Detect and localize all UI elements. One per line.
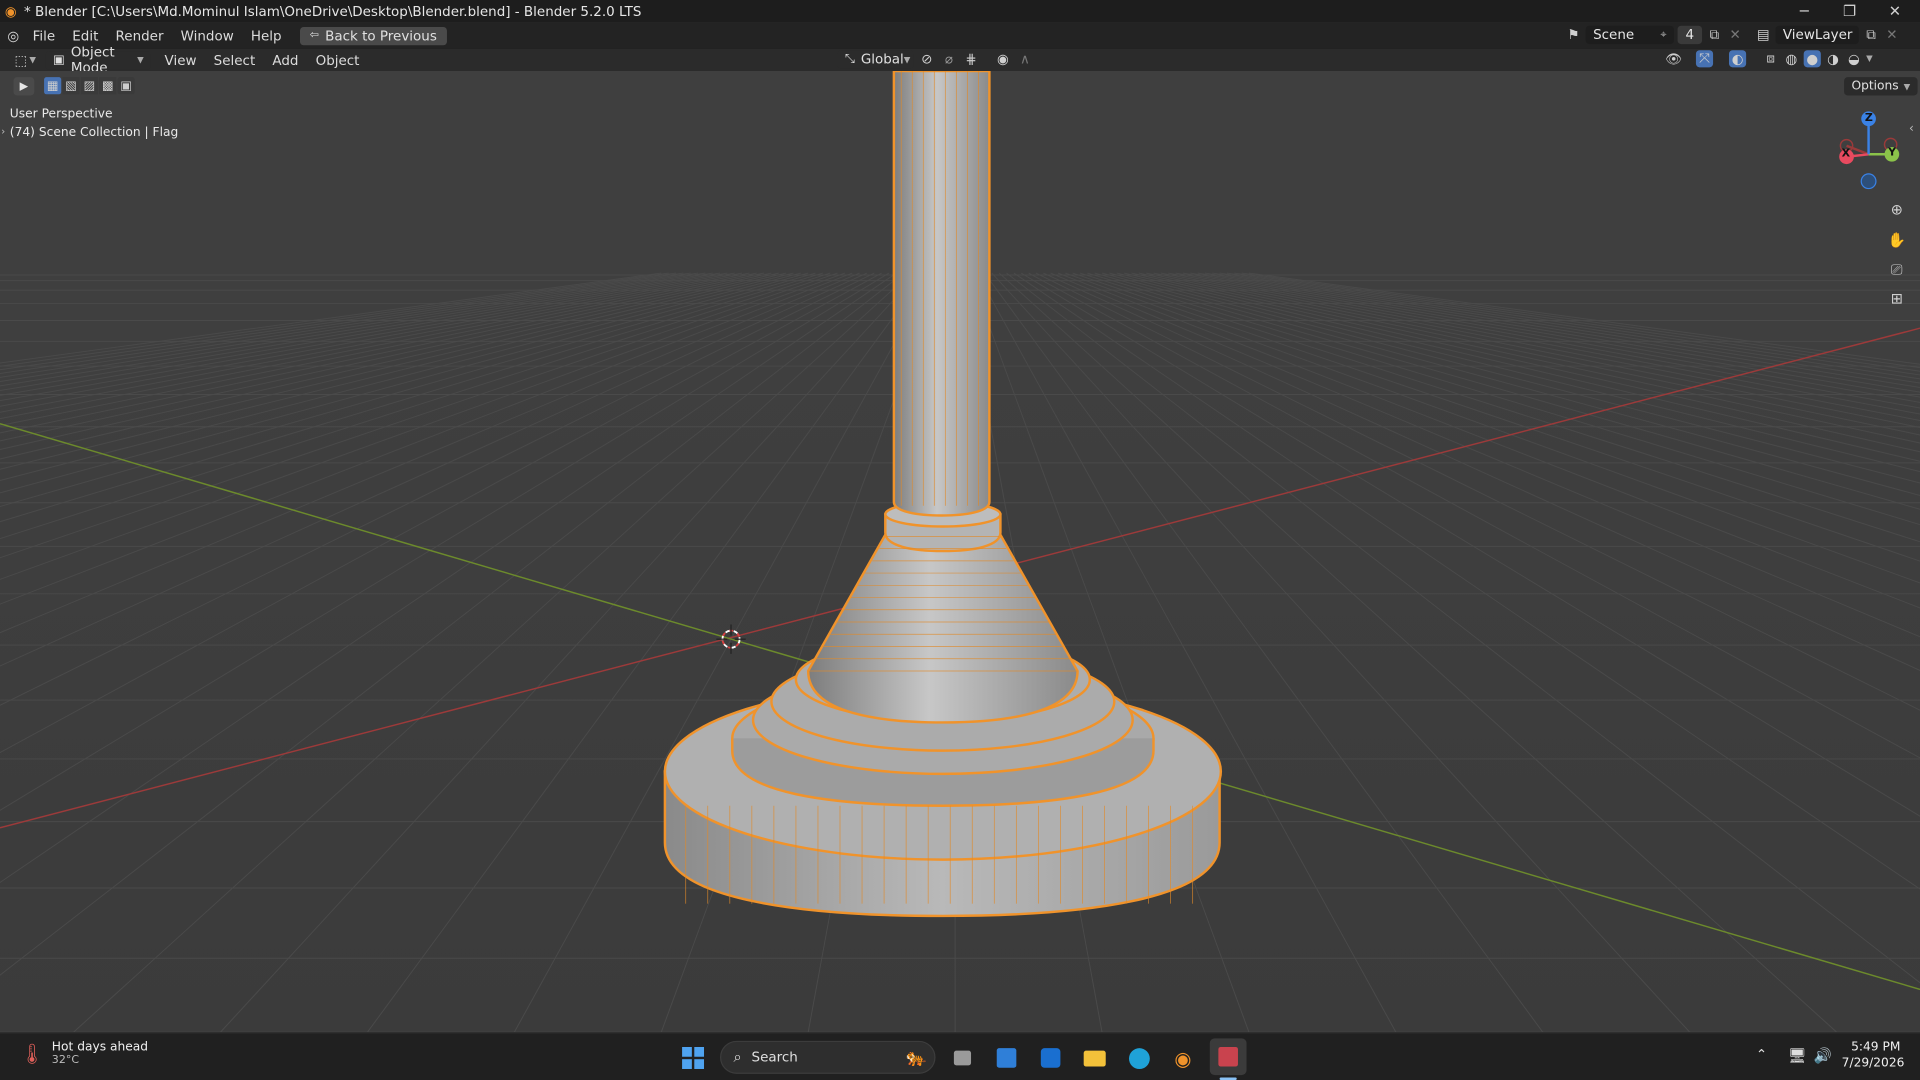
proportional-edit-icon[interactable]: ◉: [994, 51, 1011, 68]
delete-scene-icon[interactable]: ✕: [1727, 26, 1744, 43]
wireframe-shading-icon[interactable]: ◍: [1783, 50, 1800, 67]
overlay-toggle-icon[interactable]: ◐: [1728, 50, 1747, 68]
menu-object[interactable]: Object: [307, 52, 368, 68]
snap-target-icon[interactable]: ⋕: [962, 51, 979, 68]
menu-edit[interactable]: Edit: [64, 28, 107, 44]
blender-menu-icon[interactable]: ◎: [7, 28, 19, 44]
xray-toggle-icon[interactable]: ⧈: [1762, 50, 1779, 67]
scene-users-count[interactable]: 4: [1677, 25, 1703, 45]
minimize-icon[interactable]: ─: [1782, 0, 1827, 22]
chevron-up-icon[interactable]: ⌃: [1756, 1047, 1767, 1063]
viewport-scene: [0, 71, 1920, 1033]
viewport-perspective-label: User Perspective: [9, 107, 113, 122]
blender-taskbar-icon[interactable]: ◉: [1168, 1043, 1197, 1072]
menu-file[interactable]: File: [24, 28, 64, 44]
gizmo-y-label[interactable]: Y: [1888, 147, 1896, 159]
windows-start-icon[interactable]: [678, 1043, 707, 1072]
menu-render[interactable]: Render: [107, 28, 172, 44]
edge-browser-icon[interactable]: [1124, 1043, 1153, 1072]
clock-time: 5:49 PM: [1851, 1040, 1901, 1055]
file-explorer-icon[interactable]: [1080, 1043, 1109, 1072]
falloff-icon[interactable]: ∧: [1016, 51, 1033, 68]
new-viewlayer-icon[interactable]: ⧉: [1862, 26, 1879, 43]
viewport-collection-label: (74) Scene Collection | Flag: [9, 126, 179, 140]
pivot-point-icon[interactable]: ⊘: [918, 51, 935, 68]
menu-window[interactable]: Window: [172, 28, 242, 44]
chevron-down-icon: ▼: [903, 54, 911, 65]
delete-viewlayer-icon[interactable]: ✕: [1883, 26, 1900, 43]
orientation-icon: ⤡: [844, 52, 855, 67]
menu-add[interactable]: Add: [264, 52, 307, 68]
gizmo-x-label[interactable]: X: [1842, 148, 1851, 160]
store-icon[interactable]: [992, 1043, 1021, 1072]
search-highlight-icon: 🐅: [905, 1047, 927, 1068]
zoom-icon[interactable]: ⊕: [1885, 197, 1909, 221]
search-icon: ⌕: [733, 1048, 742, 1066]
gizmo-toggle-icon[interactable]: ⤧: [1695, 50, 1714, 68]
snap-toggle-icon[interactable]: ⌀: [940, 51, 957, 68]
sidebar-toggle-icon[interactable]: ‹: [1909, 122, 1914, 135]
expand-arrow-icon[interactable]: ›: [1, 126, 5, 137]
restore-icon[interactable]: ❐: [1827, 0, 1872, 22]
weather-widget[interactable]: 🌡 Hot days ahead 32°C: [20, 1041, 148, 1067]
gizmo-z-label[interactable]: Z: [1865, 113, 1873, 125]
camera-view-icon[interactable]: ⎚: [1885, 257, 1909, 281]
pin-icon: ⌖: [1660, 28, 1667, 42]
select-invert-icon[interactable]: ▩: [99, 77, 117, 95]
outlook-icon[interactable]: [1036, 1043, 1065, 1072]
close-icon[interactable]: ✕: [1872, 0, 1917, 22]
back-to-previous-button[interactable]: ⇦ Back to Previous: [299, 26, 447, 45]
select-subtract-icon[interactable]: ▨: [80, 77, 98, 95]
network-icon[interactable]: 🖥: [1788, 1047, 1807, 1064]
mode-selector[interactable]: ▣ Object Mode ▼: [45, 44, 152, 76]
options-dropdown[interactable]: Options ▼: [1844, 77, 1918, 96]
visibility-icon[interactable]: 👁: [1665, 50, 1682, 67]
new-scene-icon[interactable]: ⧉: [1706, 26, 1723, 43]
task-view-icon[interactable]: [948, 1043, 977, 1072]
window-title: * Blender [C:\Users\Md.Mominul Islam\One…: [24, 3, 642, 19]
menu-bar: ◎ File Edit Render Window Help ⇦ Back to…: [0, 22, 1920, 49]
chevron-down-icon: ▼: [1866, 53, 1873, 64]
blender-logo-icon: ◉: [4, 3, 17, 19]
select-tool-button[interactable]: ▶: [13, 77, 35, 96]
select-intersect-icon[interactable]: ▣: [117, 77, 135, 95]
menu-view[interactable]: View: [156, 52, 205, 68]
active-app-icon[interactable]: [1209, 1038, 1247, 1076]
clock-date: 7/29/2026: [1841, 1056, 1905, 1071]
chevron-down-icon: ▼: [29, 55, 36, 65]
back-icon: ⇦: [309, 29, 320, 42]
editor-type-icon[interactable]: ⬚: [12, 51, 29, 68]
solid-shading-icon[interactable]: ●: [1803, 50, 1821, 68]
object-mode-icon: ▣: [53, 53, 65, 67]
selection-mode-group: ▦ ▧ ▨ ▩ ▣: [44, 77, 135, 95]
menu-select[interactable]: Select: [205, 52, 264, 68]
clock[interactable]: 5:49 PM 7/29/2026: [1841, 1040, 1905, 1071]
select-new-icon[interactable]: ▦: [44, 77, 62, 95]
pan-hand-icon[interactable]: ✋: [1885, 228, 1909, 252]
scene-selector[interactable]: Scene ⌖: [1585, 25, 1674, 45]
chevron-down-icon: ▼: [137, 55, 144, 65]
menu-help[interactable]: Help: [242, 28, 290, 44]
title-bar: ◉ * Blender [C:\Users\Md.Mominul Islam\O…: [0, 0, 1920, 23]
rendered-shading-icon[interactable]: ◒: [1845, 50, 1862, 67]
viewlayer-selector[interactable]: ViewLayer: [1775, 25, 1859, 45]
thermometer-icon: 🌡: [19, 1042, 45, 1066]
volume-icon[interactable]: 🔊: [1813, 1047, 1831, 1064]
viewlayer-icon[interactable]: ▤: [1755, 26, 1772, 43]
material-shading-icon[interactable]: ◑: [1825, 50, 1842, 67]
select-extend-icon[interactable]: ▧: [62, 77, 80, 95]
viewport-header: ⬚ ▼ ▣ Object Mode ▼ View Select Add Obje…: [0, 44, 1920, 76]
chevron-down-icon: ▼: [1903, 81, 1911, 92]
ortho-toggle-icon[interactable]: ⊞: [1885, 287, 1909, 311]
scene-icon[interactable]: ⚑: [1565, 26, 1582, 43]
taskbar-search-box[interactable]: ⌕ Search 🐅: [720, 1040, 936, 1074]
weather-temp: 32°C: [51, 1054, 80, 1067]
windows-taskbar: 🌡 Hot days ahead 32°C ⌕ Search 🐅 ◉ ⌃ 🖥 🔊…: [0, 1032, 1920, 1080]
transform-orientation-selector[interactable]: ⤡ Global ▼: [837, 50, 914, 69]
weather-title: Hot days ahead: [51, 1040, 149, 1055]
3d-viewport[interactable]: X Y Z ▶ ▦ ▧ ▨ ▩ ▣ Options ▼ User Perspec…: [0, 71, 1920, 1033]
